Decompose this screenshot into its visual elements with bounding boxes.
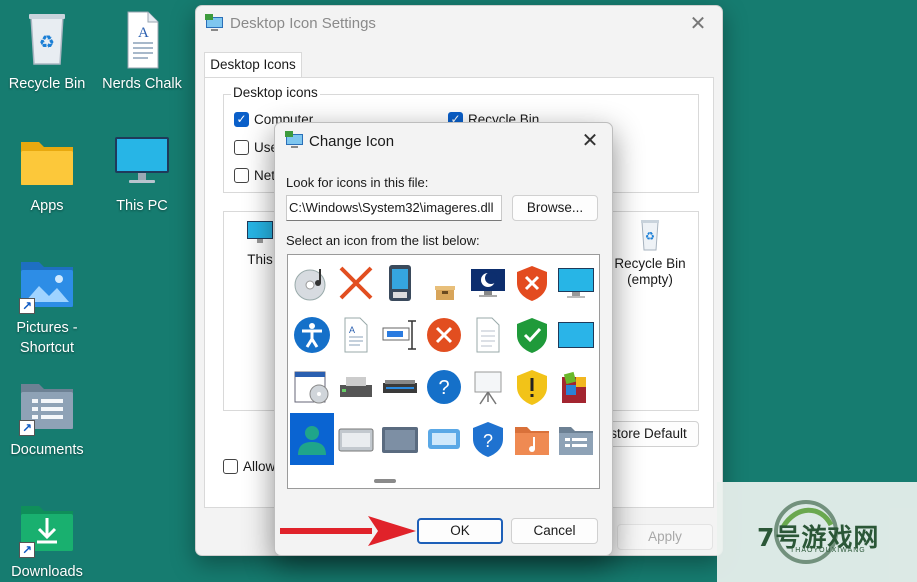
red-x-icon[interactable] bbox=[334, 257, 378, 309]
checkbox-users-files[interactable]: Use bbox=[234, 140, 278, 155]
checkbox-unchecked-icon bbox=[223, 459, 238, 474]
shield-x-icon[interactable] bbox=[510, 257, 554, 309]
desktop-icon-apps[interactable]: Apps bbox=[1, 132, 93, 216]
monitor-icon bbox=[112, 132, 172, 192]
shortcut-arrow-icon: ↗ bbox=[19, 542, 35, 558]
svg-text:A: A bbox=[349, 325, 355, 335]
shield-help-icon[interactable]: ? bbox=[466, 413, 510, 465]
checkbox-checked-icon: ✓ bbox=[234, 112, 249, 127]
desktop-icon-label: Nerds Chalk bbox=[102, 76, 182, 92]
red-arrow-icon bbox=[280, 516, 416, 546]
icon-list[interactable]: A ? ? bbox=[287, 254, 600, 489]
horizontal-scrollbar[interactable] bbox=[288, 474, 599, 488]
pictures-folder-icon: ↗ bbox=[17, 254, 77, 314]
cd-music-icon[interactable] bbox=[290, 257, 334, 309]
card-device-icon[interactable] bbox=[422, 413, 466, 465]
checkbox-network[interactable]: Net bbox=[234, 168, 275, 183]
look-for-label: Look for icons in this file: bbox=[286, 175, 429, 190]
documents-folder-icon: ↗ bbox=[17, 376, 77, 436]
desktop-icon-label: Recycle Bin bbox=[8, 76, 86, 92]
desktop-icon-documents[interactable]: ↗ Documents bbox=[1, 376, 93, 460]
scrollbar-thumb[interactable] bbox=[374, 479, 396, 483]
desktop-icon-pictures-shortcut[interactable]: ↗ Pictures - Shortcut bbox=[1, 254, 93, 358]
checkbox-allow-themes[interactable]: Allow bbox=[223, 459, 275, 474]
checkbox-unchecked-icon bbox=[234, 168, 249, 183]
svg-text:?: ? bbox=[483, 431, 493, 451]
title-bar[interactable]: Desktop Icon Settings ✕ bbox=[196, 6, 722, 42]
shortcut-arrow-icon: ↗ bbox=[19, 298, 35, 314]
contacts-folder-icon[interactable] bbox=[554, 413, 598, 465]
shortcut-arrow-icon: ↗ bbox=[19, 420, 35, 436]
display-blue-icon[interactable] bbox=[554, 309, 598, 361]
cancel-button[interactable]: Cancel bbox=[511, 518, 598, 544]
folder-icon bbox=[17, 132, 77, 192]
scanner-printer-icon[interactable] bbox=[334, 361, 378, 413]
help-circle-icon[interactable]: ? bbox=[422, 361, 466, 413]
title-bar[interactable]: Change Icon ✕ bbox=[275, 123, 612, 159]
preview-item-recycle-bin-empty[interactable]: ♻ Recycle Bin (empty) bbox=[608, 218, 692, 288]
storage-drive-icon[interactable] bbox=[378, 413, 422, 465]
scanner-icon[interactable] bbox=[378, 361, 422, 413]
desktop-settings-icon bbox=[285, 131, 304, 153]
desktop-icon-label: This PC bbox=[116, 198, 168, 214]
ok-button[interactable]: OK bbox=[417, 518, 503, 544]
projector-screen-icon[interactable] bbox=[466, 361, 510, 413]
desktop-icon-label: Pictures - Shortcut bbox=[16, 320, 78, 356]
music-folder-icon[interactable] bbox=[510, 413, 554, 465]
desktop-icon-label: Documents bbox=[10, 442, 84, 458]
select-icon-label: Select an icon from the list below: bbox=[286, 233, 480, 248]
text-cursor-icon[interactable] bbox=[378, 309, 422, 361]
document-text-icon[interactable]: A bbox=[334, 309, 378, 361]
desktop-icon-label: Apps bbox=[30, 198, 64, 214]
blank-document-icon[interactable] bbox=[466, 309, 510, 361]
windows-apps-icon[interactable] bbox=[554, 361, 598, 413]
shield-check-icon[interactable] bbox=[510, 309, 554, 361]
recycle-bin-icon: ♻ bbox=[17, 10, 77, 70]
desktop-icon-nerds-chalk[interactable]: A Nerds Chalk bbox=[96, 10, 188, 94]
night-display-icon[interactable] bbox=[466, 257, 510, 309]
change-icon-dialog: Change Icon ✕ Look for icons in this fil… bbox=[274, 122, 613, 556]
checkbox-unchecked-icon bbox=[234, 140, 249, 155]
downloads-folder-icon: ↗ bbox=[17, 498, 77, 558]
drive-tray-icon[interactable] bbox=[334, 413, 378, 465]
portable-device-icon[interactable] bbox=[378, 257, 422, 309]
svg-text:A: A bbox=[138, 25, 149, 41]
svg-text:♻: ♻ bbox=[39, 32, 55, 52]
icon-file-path-input[interactable]: C:\Windows\System32\imageres.dll bbox=[286, 195, 502, 221]
desktop-icon-this-pc[interactable]: This PC bbox=[96, 132, 188, 216]
close-button[interactable]: ✕ bbox=[578, 129, 602, 153]
desktop-icon-label: Downloads bbox=[11, 564, 83, 580]
svg-text:?: ? bbox=[438, 377, 449, 399]
error-circle-icon[interactable] bbox=[422, 309, 466, 361]
desktop-icon-recycle-bin[interactable]: ♻ Recycle Bin bbox=[1, 10, 93, 94]
box-icon[interactable] bbox=[422, 257, 466, 309]
dialog-title: Change Icon bbox=[309, 133, 395, 150]
restore-default-button[interactable]: store Default bbox=[598, 421, 699, 447]
user-account-icon[interactable] bbox=[290, 413, 334, 465]
desktop-settings-icon bbox=[205, 14, 224, 36]
tab-desktop-icons[interactable]: Desktop Icons bbox=[204, 52, 302, 78]
monitor-icon[interactable] bbox=[554, 257, 598, 309]
watermark-subtext: THAOYOUXIWANG bbox=[790, 547, 866, 554]
shield-warning-icon[interactable] bbox=[510, 361, 554, 413]
svg-text:♻: ♻ bbox=[645, 231, 655, 243]
browse-button[interactable]: Browse... bbox=[512, 195, 598, 221]
window-cd-icon[interactable] bbox=[290, 361, 334, 413]
apply-button[interactable]: Apply bbox=[617, 524, 713, 550]
document-icon: A bbox=[112, 10, 172, 70]
close-button[interactable]: ✕ bbox=[686, 12, 710, 36]
window-title: Desktop Icon Settings bbox=[230, 15, 376, 32]
recycle-bin-empty-icon: ♻ bbox=[641, 220, 659, 251]
group-label: Desktop icons bbox=[231, 85, 320, 100]
desktop-icon-downloads[interactable]: ↗ Downloads bbox=[1, 498, 93, 582]
accessibility-icon[interactable] bbox=[290, 309, 334, 361]
monitor-icon bbox=[247, 221, 273, 243]
